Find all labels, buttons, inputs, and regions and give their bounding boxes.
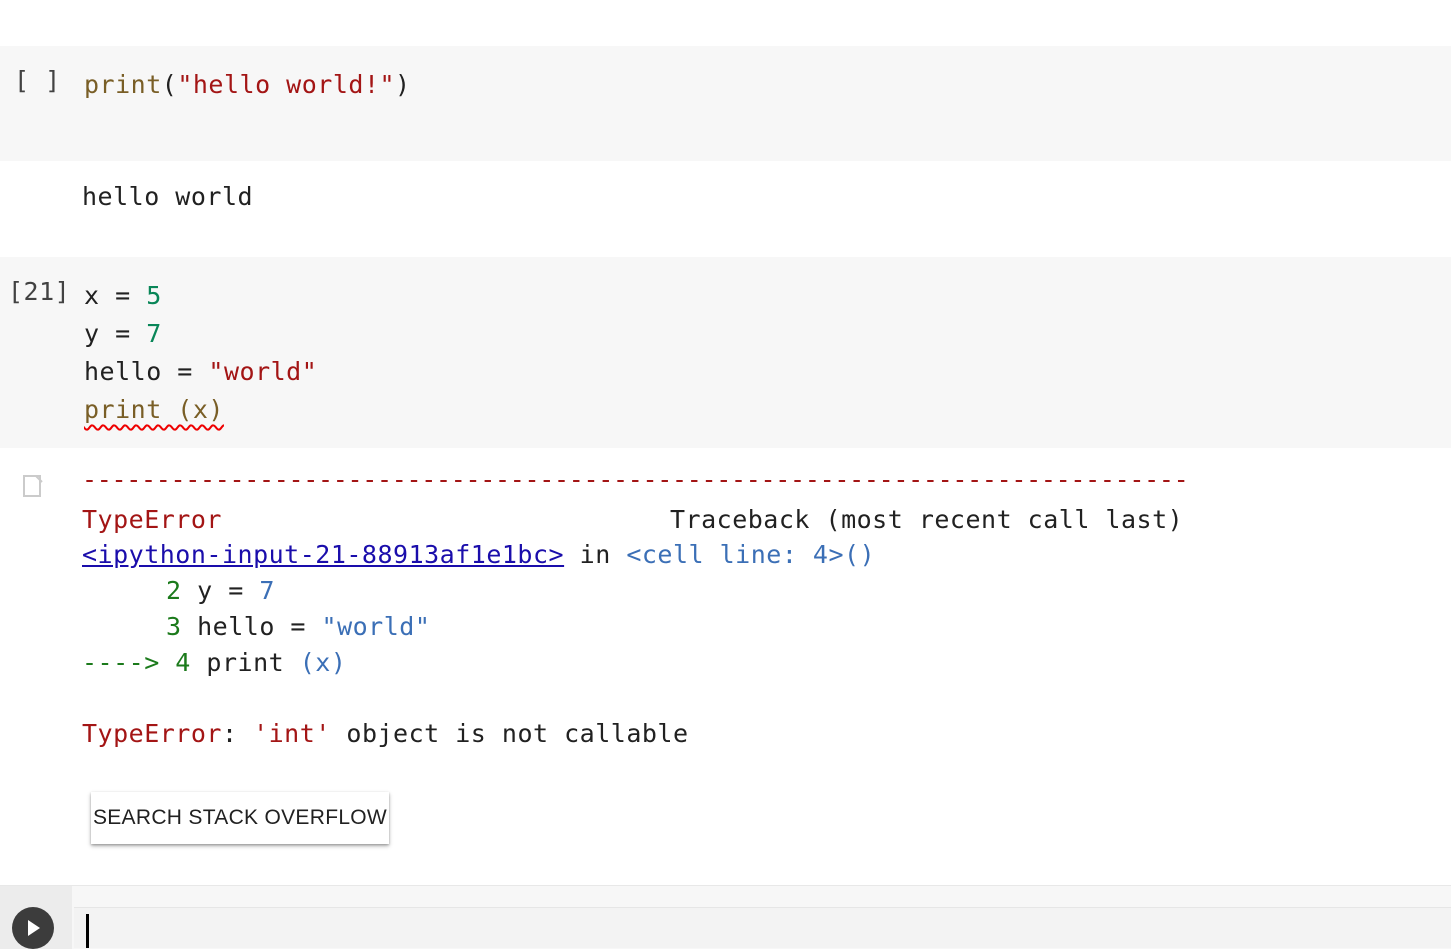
error-quoted: 'int': [253, 719, 331, 748]
traceback-in: in: [564, 540, 627, 569]
output-icon[interactable]: [22, 474, 44, 498]
code-value: 7: [259, 576, 275, 605]
search-stack-overflow-button[interactable]: SEARCH STACK OVERFLOW: [91, 792, 389, 844]
traceback-link[interactable]: <ipython-input-21-88913af1e1bc>: [82, 540, 564, 569]
code-paren: ): [395, 70, 411, 99]
run-cell-button[interactable]: [12, 907, 54, 949]
cell-output-1: hello world: [82, 182, 254, 211]
traceback-header: TypeError: [82, 502, 222, 538]
code-string: "world": [208, 357, 318, 386]
traceback-cell-line: <cell line: 4>(): [626, 540, 876, 569]
text-caret: [86, 914, 89, 948]
error-message: TypeError: 'int' object is not callable: [82, 716, 689, 752]
code-cell-new[interactable]: [0, 885, 1451, 949]
error-type: TypeError: [82, 719, 222, 748]
line-number: 3: [166, 612, 182, 641]
code-function: print: [84, 70, 162, 99]
traceback-arrow: ----> 4: [82, 648, 191, 677]
traceback-line: 2 y = 7: [166, 573, 275, 609]
traceback-label: Traceback (most recent call last): [670, 505, 1184, 534]
traceback-line-current: ----> 4 print (x): [82, 645, 346, 681]
code-text: hello =: [181, 612, 322, 641]
code-text: hello =: [84, 357, 209, 386]
error-colon: :: [221, 719, 254, 748]
code-line[interactable]: print (x): [84, 391, 224, 429]
play-icon: [28, 920, 40, 936]
code-number: 7: [146, 319, 162, 348]
code-error-squiggle: print (x): [84, 395, 224, 424]
code-cell-1[interactable]: [ ] print("hello world!"): [0, 46, 1451, 161]
code-editor[interactable]: [74, 907, 1451, 948]
code-paren: (: [161, 70, 178, 99]
code-line[interactable]: y = 7: [84, 315, 162, 353]
line-number: 2: [166, 576, 182, 605]
code-line[interactable]: x = 5: [84, 277, 162, 315]
error-type: TypeError: [82, 505, 222, 534]
traceback-line: 3 hello = "world": [166, 609, 430, 645]
code-text: y =: [181, 576, 260, 605]
code-cell-2[interactable]: [21] x = 5 y = 7 hello = "world" print (…: [0, 257, 1451, 448]
code-value: (x): [299, 648, 347, 677]
code-text: x =: [84, 281, 147, 310]
error-text: object is not callable: [330, 719, 689, 748]
execution-count: [ ]: [14, 66, 61, 95]
traceback-dashes: ----------------------------------------…: [82, 465, 1189, 494]
code-value: "world": [321, 612, 431, 641]
code-text: print: [190, 648, 300, 677]
traceback-location: <ipython-input-21-88913af1e1bc> in <cell…: [82, 537, 875, 573]
code-line[interactable]: hello = "world": [84, 353, 317, 391]
code-line[interactable]: print("hello world!"): [84, 66, 411, 104]
code-number: 5: [146, 281, 162, 310]
code-text: y =: [84, 319, 147, 348]
code-string: "hello world!": [177, 70, 396, 99]
execution-count: [21]: [8, 277, 71, 306]
